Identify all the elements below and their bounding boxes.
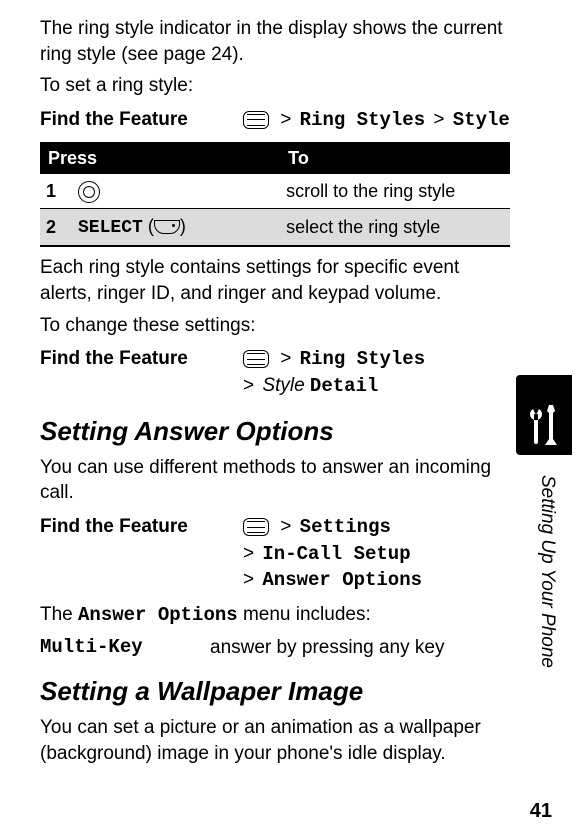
find-feature-row: Find the Feature > Ring Styles > Style (40, 107, 510, 134)
nav-wheel-icon (78, 181, 100, 203)
col-press: Press (40, 142, 280, 174)
menu-path: > Ring Styles > Style Detail (240, 346, 510, 399)
find-feature-row: Find the Feature > Ring Styles > Style D… (40, 346, 510, 399)
option-description: answer by pressing any key (210, 635, 444, 661)
menu-path: > Ring Styles > Style (240, 107, 510, 134)
menu-icon (243, 111, 269, 129)
find-feature-label: Find the Feature (40, 514, 240, 540)
find-feature-row: Find the Feature > Settings > In-Call Se… (40, 514, 510, 594)
paragraph: Each ring style contains settings for sp… (40, 255, 510, 306)
section-heading: Setting a Wallpaper Image (40, 674, 510, 709)
find-feature-label: Find the Feature (40, 346, 240, 372)
menu-path: > Settings > In-Call Setup > Answer Opti… (240, 514, 510, 594)
col-to: To (280, 142, 510, 174)
paragraph: You can set a picture or an animation as… (40, 715, 510, 766)
paragraph: To change these settings: (40, 313, 510, 339)
option-row: Multi-Key answer by pressing any key (40, 635, 510, 661)
menu-icon (243, 518, 269, 536)
softkey-icon (154, 220, 180, 234)
paragraph: The ring style indicator in the display … (40, 16, 510, 67)
paragraph: You can use different methods to answer … (40, 455, 510, 506)
find-feature-label: Find the Feature (40, 107, 240, 133)
side-tab (516, 375, 572, 455)
table-row: 2 SELECT () select the ring style (40, 209, 510, 247)
section-heading: Setting Answer Options (40, 414, 510, 449)
page-number: 41 (530, 798, 552, 825)
steps-table: Press To 1 scroll to the ring style 2 SE… (40, 142, 510, 248)
paragraph: To set a ring style: (40, 73, 510, 99)
paragraph: The Answer Options menu includes: (40, 602, 510, 629)
option-key: Multi-Key (40, 635, 210, 661)
menu-icon (243, 350, 269, 368)
side-section-label: Setting Up Your Phone (534, 475, 560, 735)
wrench-screwdriver-icon (527, 401, 561, 449)
table-row: 1 scroll to the ring style (40, 174, 510, 209)
